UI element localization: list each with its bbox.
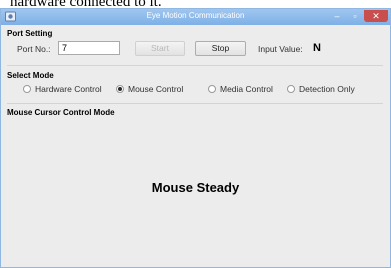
select-mode-title: Select Mode bbox=[7, 71, 54, 80]
input-value-label: Input Value: bbox=[258, 44, 303, 54]
port-number-label: Port No.: bbox=[17, 44, 51, 54]
radio-hardware-control[interactable]: Hardware Control bbox=[23, 84, 102, 94]
title-bar[interactable]: Eye Motion Communication – ▫ ✕ bbox=[1, 9, 390, 25]
radio-label: Media Control bbox=[220, 84, 273, 94]
radio-label: Mouse Control bbox=[128, 84, 184, 94]
input-value: N bbox=[313, 42, 321, 54]
close-button[interactable]: ✕ bbox=[364, 10, 388, 22]
radio-label: Detection Only bbox=[299, 84, 355, 94]
radio-mouse-control[interactable]: Mouse Control bbox=[116, 84, 183, 94]
maximize-button[interactable]: ▫ bbox=[348, 10, 362, 22]
port-number-input[interactable] bbox=[58, 41, 120, 55]
app-window: Eye Motion Communication – ▫ ✕ Port Sett… bbox=[0, 8, 391, 268]
radio-media-control[interactable]: Media Control bbox=[208, 84, 273, 94]
radio-indicator bbox=[116, 85, 124, 93]
radio-indicator bbox=[208, 85, 216, 93]
group-divider bbox=[7, 103, 383, 104]
radio-label: Hardware Control bbox=[35, 84, 102, 94]
mode-panel-title: Mouse Cursor Control Mode bbox=[7, 108, 115, 117]
radio-indicator bbox=[23, 85, 31, 93]
radio-detection-only[interactable]: Detection Only bbox=[287, 84, 355, 94]
group-divider bbox=[7, 65, 383, 66]
port-setting-title: Port Setting bbox=[7, 29, 53, 38]
stop-button[interactable]: Stop bbox=[195, 41, 246, 56]
minimize-button[interactable]: – bbox=[328, 10, 346, 22]
radio-indicator bbox=[287, 85, 295, 93]
start-button[interactable]: Start bbox=[135, 41, 185, 56]
mouse-status-text: Mouse Steady bbox=[151, 180, 240, 195]
